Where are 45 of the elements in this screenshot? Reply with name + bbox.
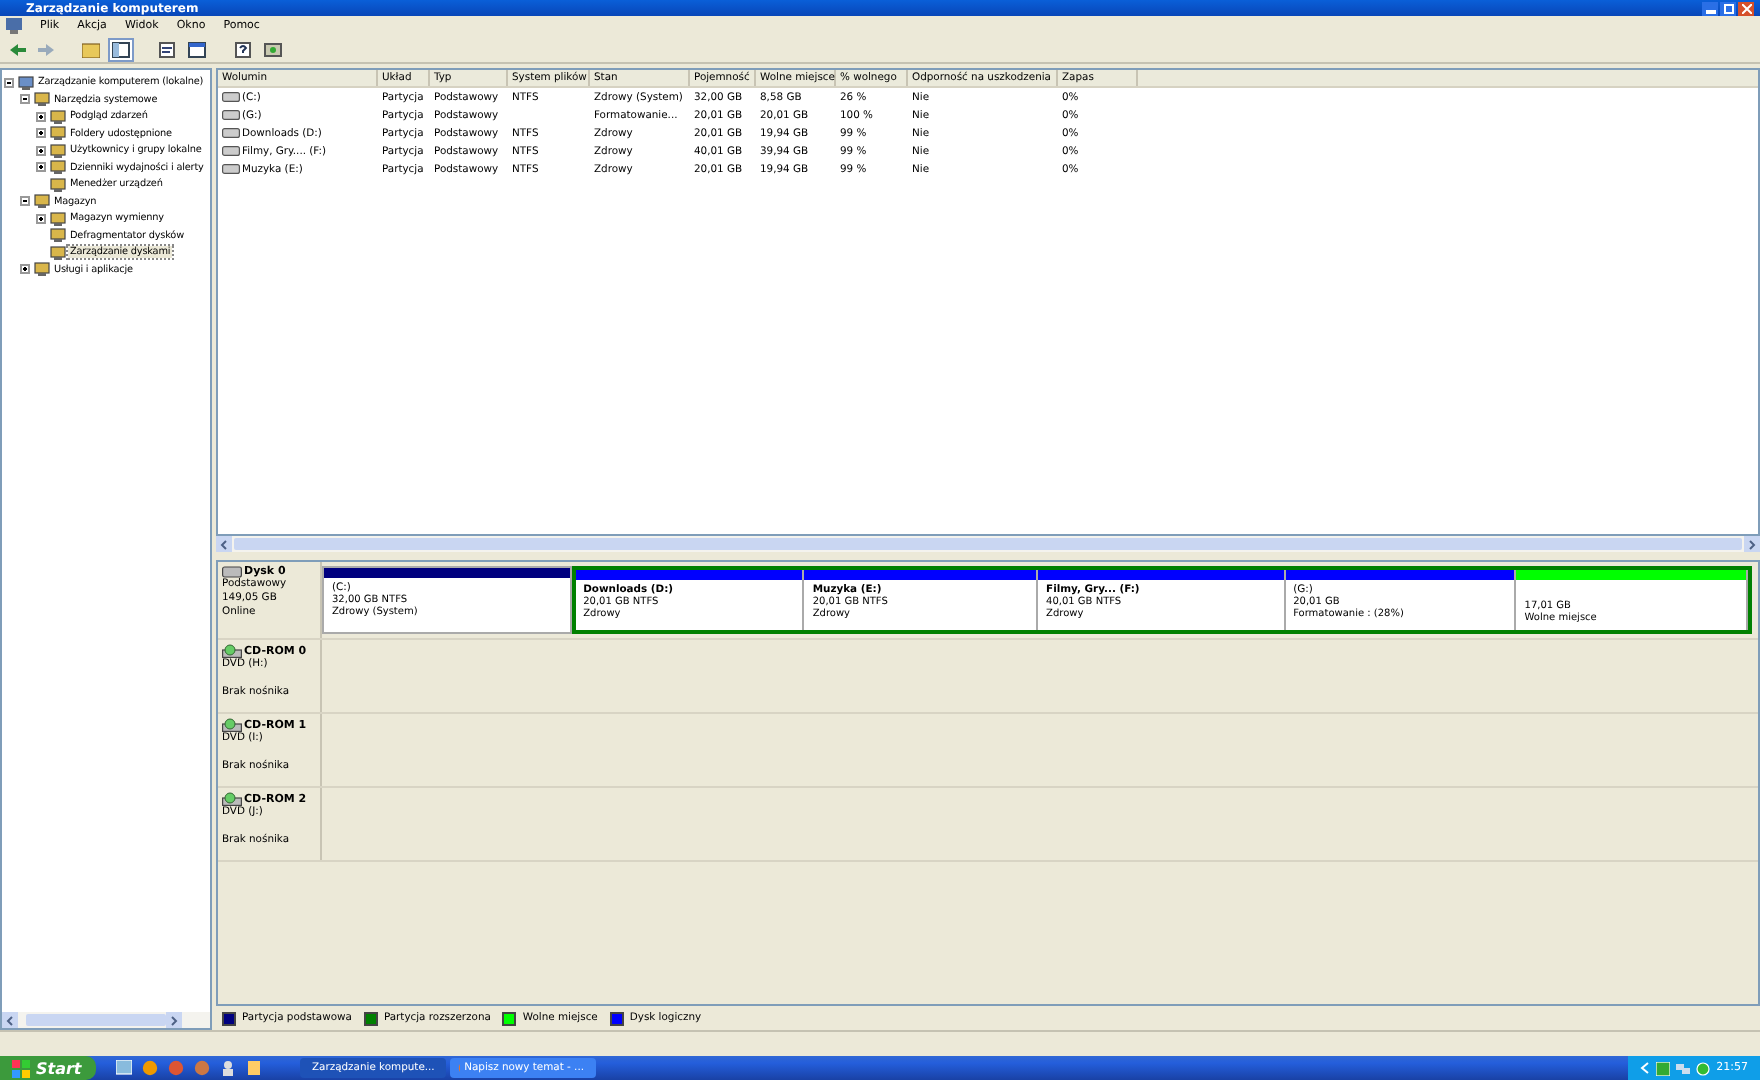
minimize-button[interactable] xyxy=(1702,2,1718,16)
properties-button[interactable] xyxy=(154,37,180,61)
disk-icon xyxy=(264,41,282,57)
forward-arrow-icon xyxy=(38,43,54,55)
settings-button[interactable] xyxy=(260,37,286,61)
expand-toggle[interactable] xyxy=(20,196,32,207)
maximize-button[interactable] xyxy=(1720,2,1736,16)
expand-toggle[interactable] xyxy=(36,128,48,139)
desktop-icon[interactable] xyxy=(116,1060,132,1076)
help-icon xyxy=(234,41,252,57)
window-icon xyxy=(188,41,206,57)
help-button[interactable] xyxy=(230,37,256,61)
expand-toggle[interactable] xyxy=(20,264,32,275)
close-icon xyxy=(1741,4,1751,14)
cd-drive-icon xyxy=(222,718,242,732)
document-icon xyxy=(158,41,176,57)
folder-icon xyxy=(82,41,100,57)
document-icon[interactable] xyxy=(246,1060,262,1076)
chevron-icon[interactable] xyxy=(1640,1062,1651,1074)
window-icon xyxy=(112,41,130,57)
chevron-left-icon[interactable] xyxy=(6,1015,14,1025)
cd-drive-icon xyxy=(222,792,242,806)
person-icon[interactable] xyxy=(220,1060,236,1076)
close-button[interactable] xyxy=(1738,2,1754,16)
start-button[interactable]: Start xyxy=(0,1056,96,1080)
expand-toggle[interactable] xyxy=(4,77,16,88)
window-button[interactable] xyxy=(184,37,210,61)
windows-flag-icon xyxy=(12,1059,30,1077)
back-arrow-icon xyxy=(10,43,26,55)
expand-toggle[interactable] xyxy=(36,162,48,173)
computer-icon xyxy=(6,18,22,34)
console-tree-button[interactable] xyxy=(108,37,134,61)
chevron-left-icon[interactable] xyxy=(220,539,228,549)
cd-drive-icon xyxy=(222,644,242,658)
circle-icon[interactable] xyxy=(1696,1061,1711,1075)
chevron-right-icon[interactable] xyxy=(170,1015,178,1025)
back-button[interactable] xyxy=(6,39,30,59)
minimize-icon xyxy=(1705,4,1715,14)
chevron-right-icon[interactable] xyxy=(1748,539,1756,549)
maximize-icon xyxy=(1723,4,1733,14)
hard-drive-icon xyxy=(222,566,242,578)
expand-toggle[interactable] xyxy=(36,145,48,156)
expand-toggle[interactable] xyxy=(20,94,32,105)
expand-toggle[interactable] xyxy=(36,213,48,224)
expand-toggle[interactable] xyxy=(36,111,48,122)
